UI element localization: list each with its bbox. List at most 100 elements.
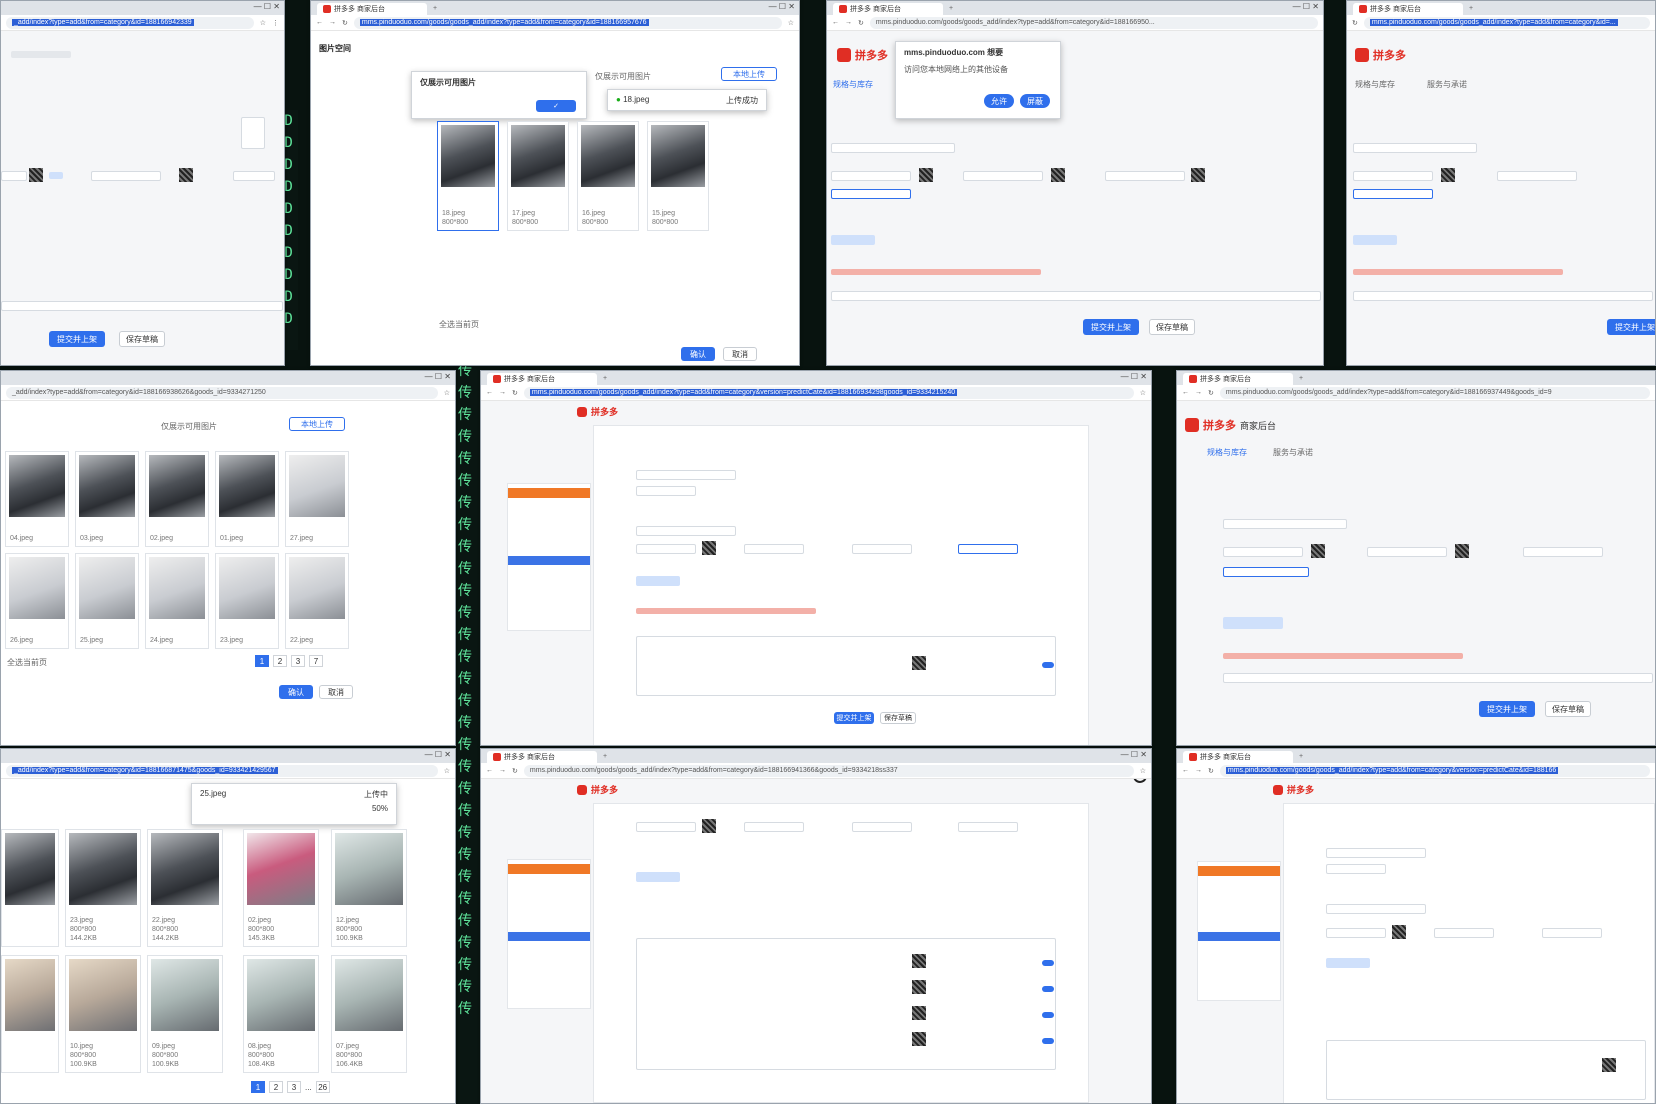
block-button[interactable]: 屏蔽 <box>1020 94 1050 108</box>
image-thumb[interactable]: 02.jpeg <box>145 451 209 547</box>
confirm-button[interactable]: 确认 <box>279 685 313 699</box>
assistant-icon[interactable] <box>241 117 265 149</box>
window-controls[interactable]: — ☐ ✕ <box>254 2 280 11</box>
window-controls[interactable]: — ☐ ✕ <box>1293 2 1319 11</box>
star-icon[interactable]: ☆ <box>788 19 794 27</box>
cancel-button[interactable]: 取消 <box>723 347 757 361</box>
image-thumb[interactable]: 15.jpeg 800*800 <box>647 121 709 231</box>
back-icon[interactable]: ← <box>486 389 493 396</box>
page-button[interactable]: 1 <box>251 1081 265 1093</box>
page-button[interactable]: 26 <box>315 1081 330 1093</box>
browser-tab[interactable]: 拼多多 商家后台 <box>487 373 597 385</box>
window-controls[interactable]: — ☐ ✕ <box>425 372 451 381</box>
back-icon[interactable]: ← <box>1182 389 1189 396</box>
page-button[interactable]: 1 <box>255 655 269 667</box>
tab-service[interactable]: 服务与承诺 <box>1273 447 1313 458</box>
reload-icon[interactable]: ↻ <box>1352 19 1358 27</box>
image-thumb[interactable]: 23.jpeg 800*800 144.2KB <box>65 829 141 947</box>
sku-toggle[interactable] <box>1042 960 1054 966</box>
sku-toggle[interactable] <box>1042 662 1054 668</box>
page-button[interactable]: 2 <box>273 655 287 667</box>
save-draft-button[interactable]: 保存草稿 <box>1149 319 1195 335</box>
submit-button[interactable]: 提交并上架 <box>49 331 105 347</box>
forward-icon[interactable]: → <box>499 389 506 396</box>
reload-icon[interactable]: ↻ <box>858 19 864 27</box>
tip-ok-button[interactable]: ✓ <box>536 100 576 112</box>
cancel-button[interactable]: 取消 <box>319 685 353 699</box>
image-thumb[interactable]: 25.jpeg <box>75 553 139 649</box>
only-usable-checkbox[interactable]: 仅展示可用图片 <box>161 421 217 432</box>
url-field[interactable]: _add/index?type=add&from=category&id=188… <box>6 16 254 29</box>
reload-icon[interactable]: ↻ <box>342 19 348 27</box>
save-draft-button[interactable]: 保存草稿 <box>880 712 916 724</box>
window-controls[interactable]: — ☐ ✕ <box>769 2 795 11</box>
image-thumb[interactable]: 24.jpeg <box>145 553 209 649</box>
url-field[interactable]: mms.pinduoduo.com/goods/goods_add/index?… <box>1363 16 1650 29</box>
browser-tab[interactable]: 拼多多 商家后台 <box>833 3 943 15</box>
image-thumb[interactable]: 04.jpeg <box>5 451 69 547</box>
back-icon[interactable]: ← <box>832 19 839 26</box>
forward-icon[interactable]: → <box>1195 389 1202 396</box>
image-thumb[interactable]: 22.jpeg 800*800 144.2KB <box>147 829 223 947</box>
back-icon[interactable]: ← <box>486 767 493 774</box>
tab-spec-stock[interactable]: 规格与库存 <box>1355 79 1395 90</box>
forward-icon[interactable]: → <box>329 19 336 26</box>
image-thumb[interactable] <box>1 829 59 947</box>
forward-icon[interactable]: → <box>499 767 506 774</box>
confirm-button[interactable]: 确认 <box>681 347 715 361</box>
new-tab-icon[interactable]: + <box>1299 753 1303 760</box>
url-field[interactable]: _add/index?type=add&from=category&id=188… <box>6 764 438 777</box>
image-thumb[interactable]: 18.jpeg 800*800 <box>437 121 499 231</box>
submit-button[interactable]: 提交并上架 <box>834 712 874 724</box>
browser-tab[interactable]: 拼多多 商家后台 <box>487 751 597 763</box>
save-draft-button[interactable]: 保存草稿 <box>1545 701 1591 717</box>
local-upload-button[interactable]: 本地上传 <box>721 67 777 81</box>
allow-button[interactable]: 允许 <box>984 94 1014 108</box>
select-all-checkbox[interactable]: 全选当前页 <box>439 319 479 330</box>
submit-button[interactable]: 提交并上架 <box>1083 319 1139 335</box>
back-icon[interactable]: ← <box>316 19 323 26</box>
page-button[interactable]: 7 <box>309 655 323 667</box>
new-tab-icon[interactable]: + <box>603 753 607 760</box>
url-field[interactable]: mms.pinduoduo.com/goods/goods_add/index?… <box>1219 386 1650 399</box>
image-thumb[interactable]: 08.jpeg 800*800 108.4KB <box>243 955 319 1073</box>
tab-spec-stock[interactable]: 规格与库存 <box>1207 447 1247 458</box>
reload-icon[interactable]: ↻ <box>1208 767 1214 775</box>
image-thumb[interactable] <box>1 955 59 1073</box>
forward-icon[interactable]: → <box>845 19 852 26</box>
new-tab-icon[interactable]: + <box>1469 5 1473 12</box>
only-usable-checkbox[interactable]: 仅展示可用图片 <box>595 71 651 82</box>
submit-button[interactable]: 提交并上架 <box>1479 701 1535 717</box>
image-thumb[interactable]: 09.jpeg 800*800 100.9KB <box>147 955 223 1073</box>
image-thumb[interactable]: 03.jpeg <box>75 451 139 547</box>
window-controls[interactable]: — ☐ ✕ <box>425 750 451 759</box>
window-controls[interactable]: — ☐ ✕ <box>1121 750 1147 759</box>
page-button[interactable]: 3 <box>291 655 305 667</box>
page-button[interactable]: 2 <box>269 1081 283 1093</box>
new-tab-icon[interactable]: + <box>1299 375 1303 382</box>
sku-toggle[interactable] <box>1042 986 1054 992</box>
page-button[interactable]: 3 <box>287 1081 301 1093</box>
local-upload-button[interactable]: 本地上传 <box>289 417 345 431</box>
star-icon[interactable]: ☆ <box>1140 389 1146 397</box>
save-draft-button[interactable]: 保存草稿 <box>119 331 165 347</box>
url-field[interactable]: mms.pinduoduo.com/goods/goods_add/index?… <box>869 16 1318 29</box>
sku-toggle[interactable] <box>1042 1012 1054 1018</box>
star-icon[interactable]: ☆ <box>1140 767 1146 775</box>
browser-tab[interactable]: 拼多多 商家后台 <box>1353 3 1463 15</box>
new-tab-icon[interactable]: + <box>603 375 607 382</box>
select-all-checkbox[interactable]: 全选当前页 <box>7 657 47 668</box>
url-field[interactable]: mms.pinduoduo.com/goods/goods_add/index?… <box>1219 764 1650 777</box>
browser-tab[interactable]: 拼多多 商家后台 <box>1183 373 1293 385</box>
image-thumb[interactable]: 27.jpeg <box>285 451 349 547</box>
image-thumb[interactable]: 23.jpeg <box>215 553 279 649</box>
image-thumb[interactable]: 02.jpeg 800*800 145.3KB <box>243 829 319 947</box>
reload-icon[interactable]: ↻ <box>512 767 518 775</box>
submit-button[interactable]: 提交并上架 <box>1607 319 1655 335</box>
window-controls[interactable]: — ☐ ✕ <box>1121 372 1147 381</box>
image-thumb[interactable]: 01.jpeg <box>215 451 279 547</box>
star-icon[interactable]: ☆ <box>260 19 266 27</box>
star-icon[interactable]: ☆ <box>444 767 450 775</box>
back-icon[interactable]: ← <box>1182 767 1189 774</box>
url-field[interactable]: _add/index?type=add&from=category&id=188… <box>6 386 438 399</box>
